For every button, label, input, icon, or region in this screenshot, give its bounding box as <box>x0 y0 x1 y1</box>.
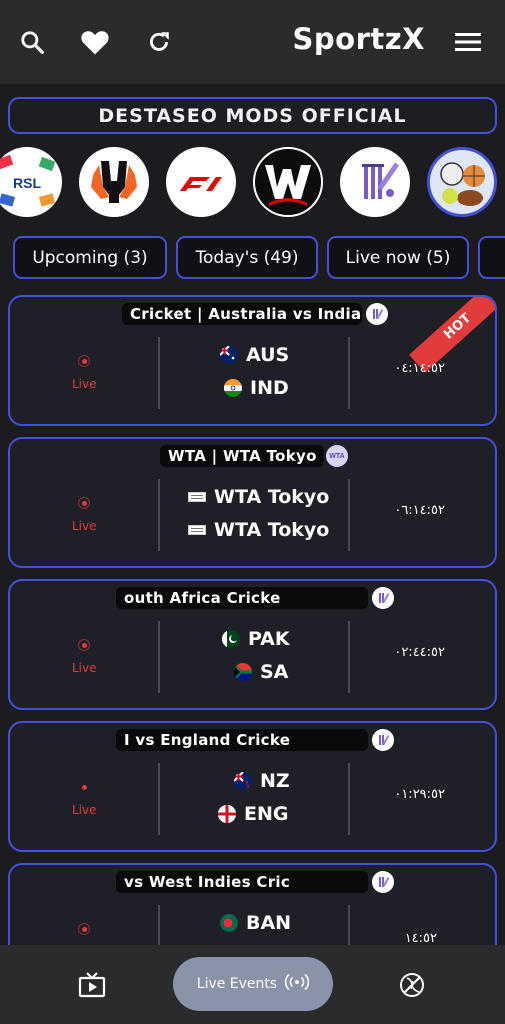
divider <box>158 479 160 551</box>
live-status: Live <box>72 803 97 817</box>
cricket-icon <box>362 162 400 199</box>
divider <box>348 763 350 835</box>
category-f1[interactable] <box>166 147 236 217</box>
live-status: Live <box>72 377 97 391</box>
team-home: WTA Tokyo <box>188 486 329 508</box>
live-indicator-icon <box>78 923 90 935</box>
channel-banner[interactable]: DESTASEO MODS OFFICIAL <box>8 97 497 134</box>
team-name: IND <box>250 377 289 399</box>
match-card[interactable]: outh Africa Cricke Live PAK SA ٠٢:٤٤:٥٢ <box>8 579 497 710</box>
live-indicator-icon <box>78 355 90 367</box>
live-status: Live <box>72 519 97 533</box>
top-bar: SportzX <box>0 0 505 84</box>
new-zealand-flag-icon <box>234 772 252 790</box>
team-home: PAK <box>222 628 290 650</box>
match-title: Cricket | Australia vs India <box>122 303 362 325</box>
live-events-button[interactable]: Live Events <box>173 957 333 1011</box>
placeholder-flag-icon <box>188 492 206 502</box>
tab-live-now[interactable]: Live now (5) <box>327 236 469 279</box>
live-indicator-icon <box>78 497 90 509</box>
broadcast-icon <box>285 973 310 995</box>
australia-flag-icon <box>220 346 238 364</box>
team-home: BAN <box>220 912 291 934</box>
england-flag-icon <box>218 805 236 823</box>
team-away: IND <box>224 377 289 399</box>
cricket-icon <box>372 729 394 751</box>
filter-tabs: Upcoming (3) Today's (49) Live now (5) <box>0 236 505 280</box>
divider <box>348 337 350 409</box>
countdown-timer: ١٤:٥٢ <box>404 931 437 946</box>
team-name: SA <box>260 661 289 683</box>
cricket-icon <box>366 303 388 325</box>
tab-todays[interactable]: Today's (49) <box>176 236 318 279</box>
team-name: AUS <box>246 344 290 366</box>
pakistan-flag-icon <box>222 630 240 648</box>
countdown-timer: ٠١:٢٩:٥٢ <box>394 787 445 802</box>
category-rsl[interactable]: RSL <box>0 147 62 217</box>
europa-league-icon <box>80 148 148 216</box>
banner-text: DESTASEO MODS OFFICIAL <box>98 104 407 127</box>
team-away: ENG <box>218 803 288 825</box>
cricket-icon <box>372 871 394 893</box>
south-africa-flag-icon <box>234 663 252 681</box>
match-card[interactable]: I vs England Cricke Live NZ ENG ٠١:٢٩:٥٢ <box>8 721 497 852</box>
category-cricket[interactable] <box>340 147 410 217</box>
bangladesh-flag-icon <box>220 914 238 932</box>
multi-sport-icon <box>440 162 485 206</box>
team-away: SA <box>234 661 288 683</box>
live-events-label: Live Events <box>196 976 278 992</box>
divider <box>348 621 350 693</box>
wta-logo-icon: WTA <box>326 445 348 467</box>
refresh-icon[interactable] <box>143 26 175 58</box>
search-icon[interactable] <box>16 26 48 58</box>
divider <box>348 479 350 551</box>
team-home: AUS <box>220 344 289 366</box>
match-card[interactable]: WTA | WTA Tokyo WTA Live WTA Tokyo WTA T… <box>8 437 497 568</box>
team-name: NZ <box>260 770 290 792</box>
match-title: outh Africa Cricke <box>116 587 368 609</box>
match-card[interactable]: Cricket | Australia vs India HOT Live AU… <box>8 295 497 426</box>
team-away: WTA Tokyo <box>188 519 329 541</box>
cricket-icon <box>372 587 394 609</box>
tab-more[interactable] <box>478 236 505 279</box>
match-title: WTA | WTA Tokyo <box>160 445 324 467</box>
live-indicator-icon <box>78 639 90 651</box>
india-flag-icon <box>224 379 242 397</box>
team-home: NZ <box>234 770 290 792</box>
category-carousel[interactable]: RSL <box>0 147 505 219</box>
divider <box>158 621 160 693</box>
team-name: BAN <box>246 912 292 934</box>
placeholder-flag-icon <box>188 525 206 535</box>
tab-upcoming[interactable]: Upcoming (3) <box>13 236 167 279</box>
countdown-timer: ٠٤:١٤:٥٢ <box>394 361 445 376</box>
svg-text:RSL: RSL <box>13 175 41 191</box>
team-name: WTA Tokyo <box>214 486 330 508</box>
bottom-nav: Live Events <box>0 945 505 1024</box>
countdown-timer: ٠٦:١٤:٥٢ <box>394 503 445 518</box>
category-europa-league[interactable] <box>79 147 149 217</box>
live-status: Live <box>72 661 97 675</box>
category-multi-sport[interactable] <box>427 147 497 217</box>
team-name: PAK <box>248 628 290 650</box>
rsl-logo: RSL <box>0 154 56 207</box>
wwe-icon <box>265 165 311 206</box>
match-title: vs West Indies Cric <box>116 871 368 893</box>
divider <box>158 337 160 409</box>
countdown-timer: ٠٢:٤٤:٥٢ <box>394 645 445 660</box>
divider <box>158 763 160 835</box>
app-brand: SportzX <box>292 22 425 56</box>
menu-icon[interactable] <box>452 26 484 58</box>
sports-ball-icon[interactable] <box>398 971 426 999</box>
team-name: WTA Tokyo <box>214 519 330 541</box>
heart-icon[interactable] <box>79 26 111 58</box>
live-indicator-icon <box>78 781 90 793</box>
team-name: ENG <box>244 803 289 825</box>
f1-icon <box>167 148 235 216</box>
match-title: I vs England Cricke <box>116 729 368 751</box>
tv-play-icon[interactable] <box>78 971 106 999</box>
category-wwe[interactable] <box>253 147 323 217</box>
